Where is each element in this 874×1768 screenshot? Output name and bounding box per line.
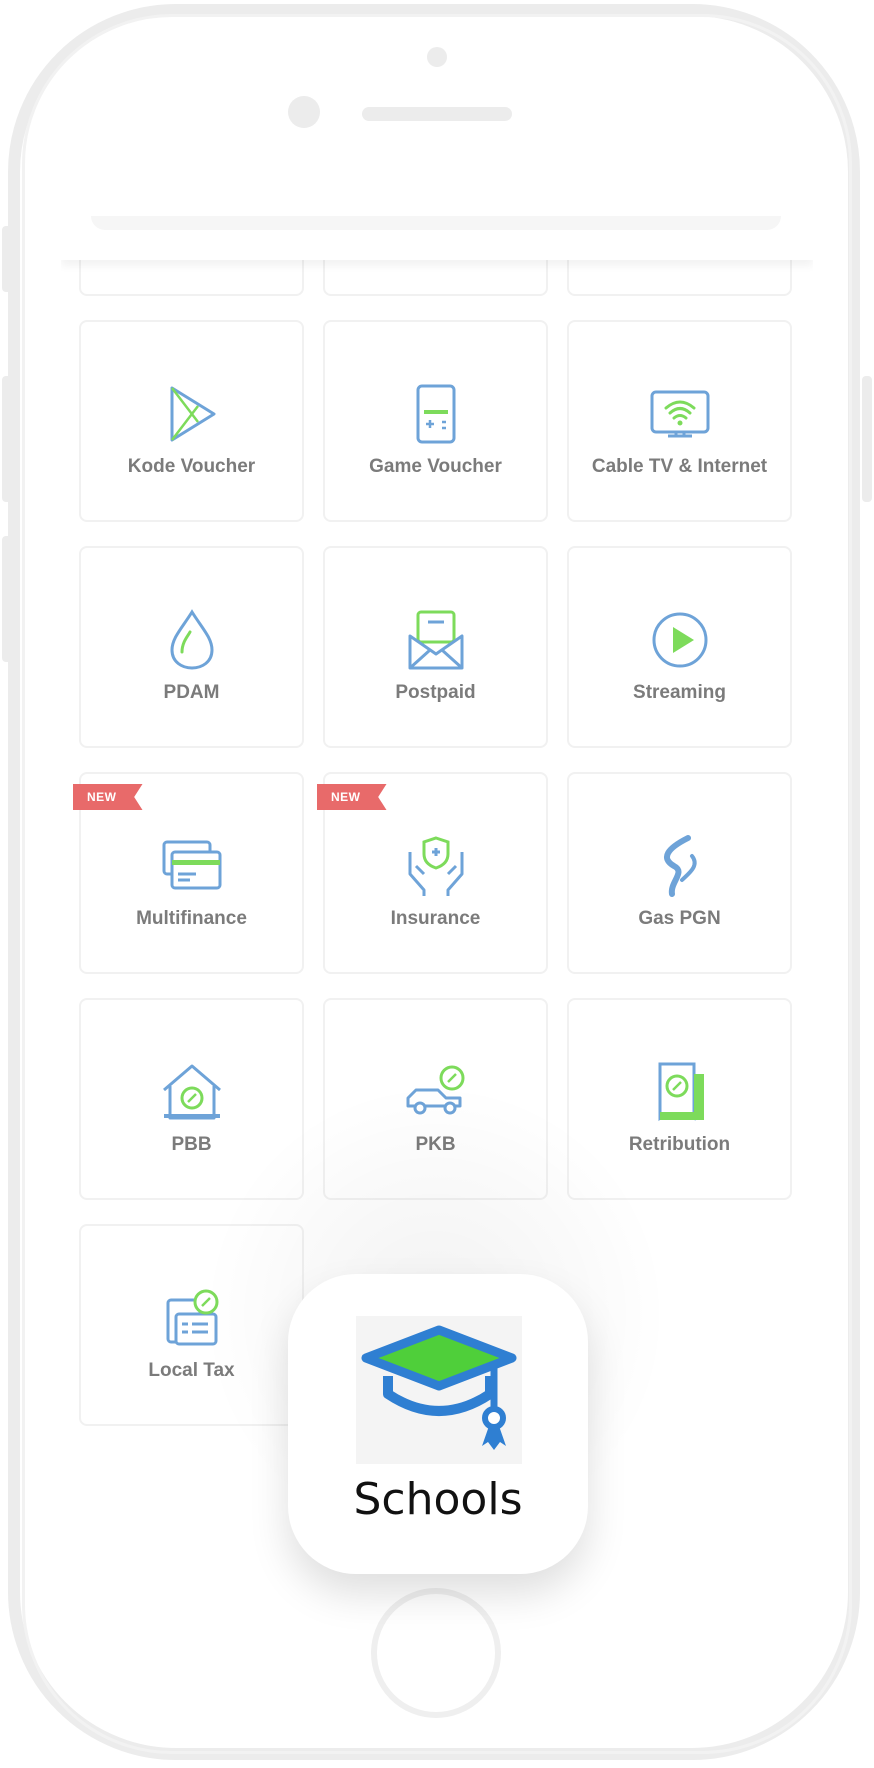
header-area (61, 150, 813, 260)
mute-switch (2, 226, 12, 292)
schools-icon-tile (356, 1316, 522, 1464)
receipt-icon (648, 1060, 712, 1124)
service-label: PDAM (163, 682, 220, 703)
service-tile-kode-voucher[interactable]: Kode Voucher (79, 320, 304, 522)
cards-icon (160, 834, 224, 898)
service-tile-insurance[interactable]: Insurance NEW (317, 772, 548, 974)
play-store-icon (160, 382, 224, 446)
new-badge: NEW (73, 784, 143, 810)
schools-label: Schools (353, 1474, 523, 1525)
service-label: Multifinance (136, 908, 247, 929)
earpiece-speaker (362, 107, 512, 121)
shield-hands-icon (404, 834, 468, 898)
service-tile-cable-tv-and-internet[interactable]: Cable TV & Internet (567, 320, 792, 522)
service-tile-game-voucher[interactable]: Game Voucher (323, 320, 548, 522)
gas-flame-icon (648, 834, 712, 898)
volume-up-button (2, 376, 12, 502)
service-label: Gas PGN (638, 908, 721, 929)
new-badge: NEW (317, 784, 387, 810)
phone-frame: PLNBPJS KesehatanZakatKode VoucherGame V… (0, 0, 874, 1768)
service-label: Game Voucher (369, 456, 502, 477)
volume-down-button (2, 536, 12, 662)
service-label: Postpaid (395, 682, 476, 703)
game-console-icon (404, 382, 468, 446)
service-tile-streaming[interactable]: Streaming (567, 546, 792, 748)
tv-wifi-icon (648, 382, 712, 446)
service-tile-gas-pgn[interactable]: Gas PGN (567, 772, 792, 974)
service-label: Cable TV & Internet (591, 456, 768, 477)
front-camera (288, 96, 320, 128)
service-tile-pdam[interactable]: PDAM (79, 546, 304, 748)
envelope-icon (404, 608, 468, 672)
proximity-sensor (427, 47, 447, 67)
power-button (862, 376, 872, 502)
home-button[interactable] (371, 1588, 501, 1718)
schools-popup[interactable]: Schools (288, 1274, 588, 1574)
service-label: Insurance (390, 908, 481, 929)
service-label: Streaming (633, 682, 726, 703)
graduation-cap-icon (361, 1325, 517, 1450)
house-tax-icon (160, 1060, 224, 1124)
play-circle-icon (648, 608, 712, 672)
service-label: Kode Voucher (127, 456, 256, 477)
service-tile-multifinance[interactable]: Multifinance NEW (73, 772, 304, 974)
search-bar[interactable] (91, 216, 781, 230)
service-tile-postpaid[interactable]: Postpaid (323, 546, 548, 748)
water-drop-icon (160, 608, 224, 672)
